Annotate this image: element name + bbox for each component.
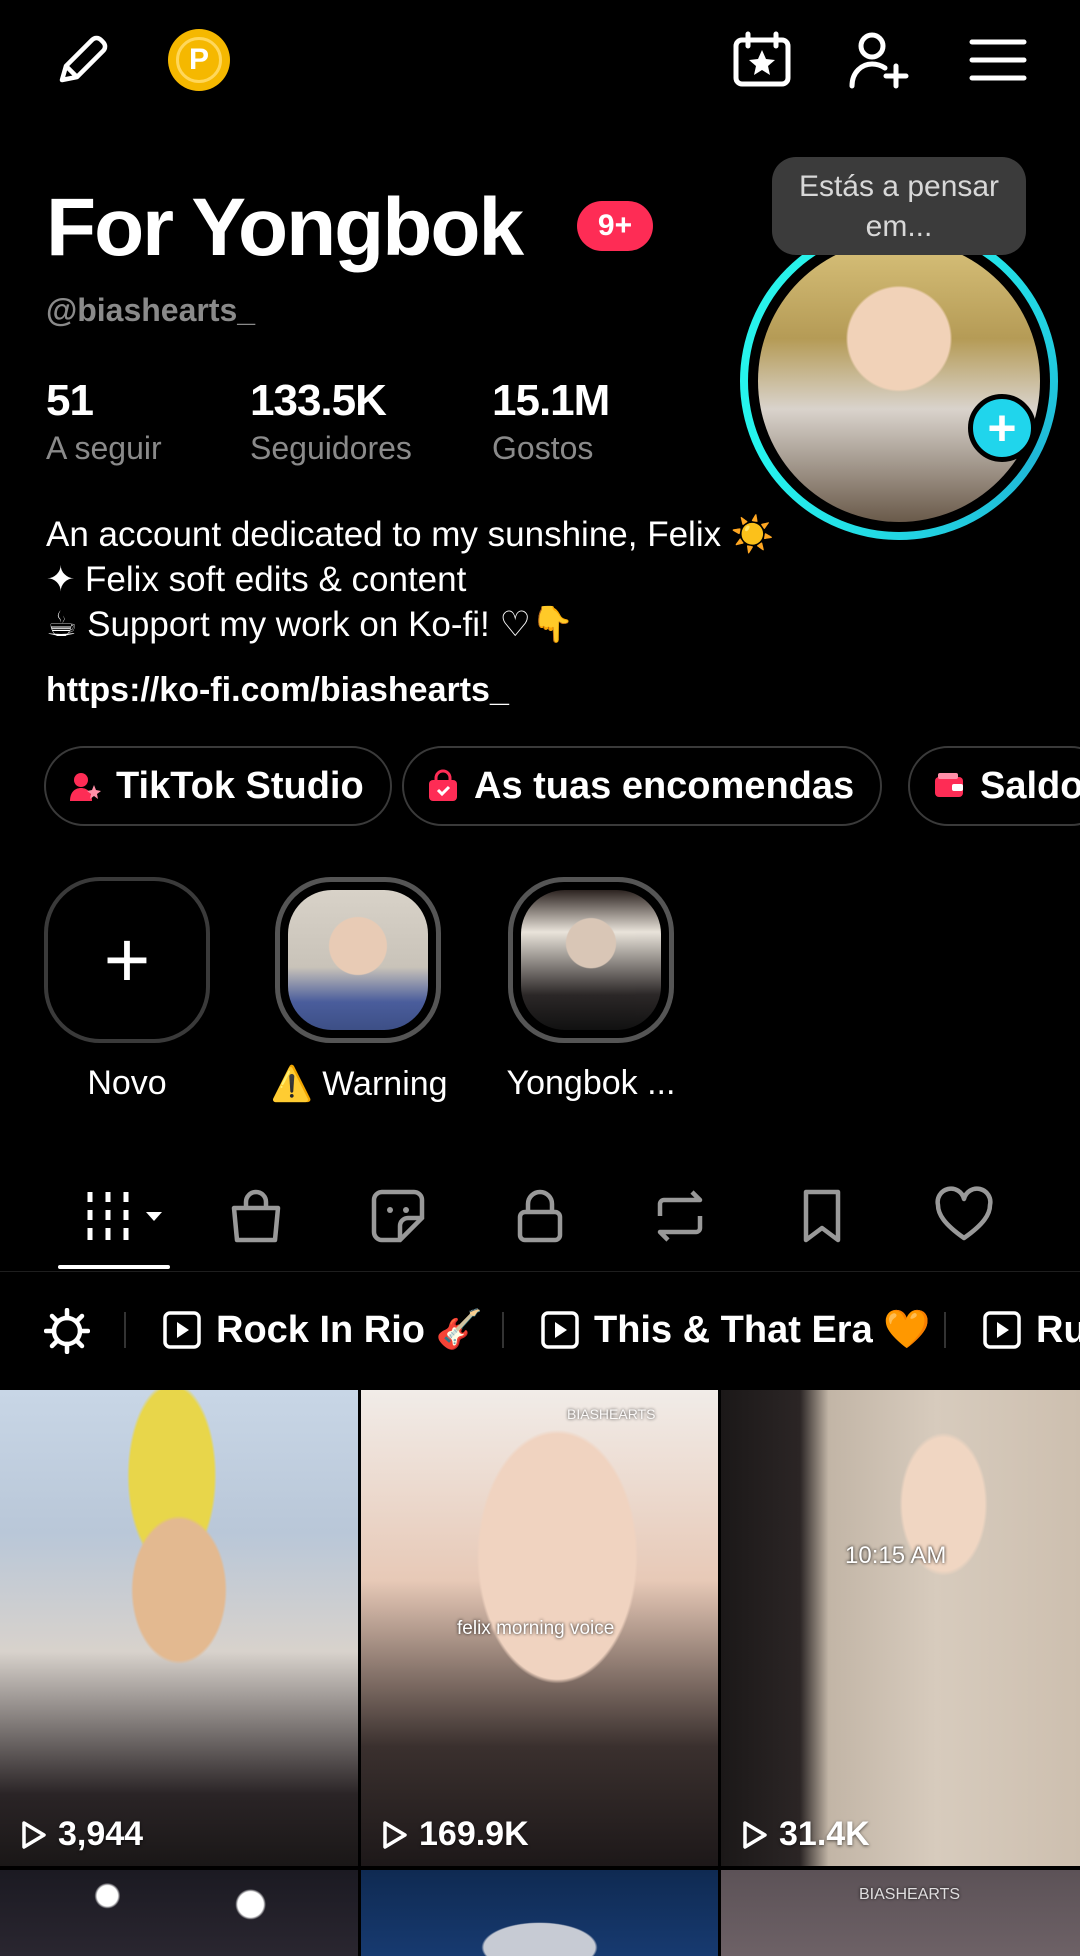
pill-label: TikTok Studio bbox=[116, 764, 364, 807]
play-icon bbox=[22, 1820, 46, 1849]
wallet-icon bbox=[932, 769, 966, 803]
video-tile[interactable] bbox=[0, 1870, 358, 1956]
followers-count: 133.5K bbox=[250, 376, 387, 425]
edit-pencil-icon[interactable] bbox=[50, 28, 114, 92]
coin-letter: P bbox=[176, 37, 222, 83]
video-caption: felix morning voice bbox=[457, 1618, 615, 1639]
playlist-this-and-that-era[interactable]: This & That Era 🧡 bbox=[540, 1302, 931, 1358]
bookmark-icon[interactable] bbox=[792, 1186, 852, 1246]
calendar-star-icon[interactable] bbox=[730, 28, 794, 92]
bio: An account dedicated to my sunshine, Fel… bbox=[46, 512, 774, 647]
following-label: A seguir bbox=[46, 430, 162, 466]
repost-icon[interactable] bbox=[650, 1186, 710, 1246]
likes-label: Gostos bbox=[492, 430, 594, 466]
sticker-icon[interactable] bbox=[368, 1186, 428, 1246]
playlist-ru[interactable]: Ru bbox=[982, 1302, 1080, 1358]
shopping-bag-icon bbox=[426, 769, 460, 803]
lock-icon[interactable] bbox=[510, 1186, 570, 1246]
highlight-thumbnail bbox=[288, 890, 428, 1030]
highlight-warning[interactable] bbox=[275, 877, 441, 1043]
video-tile[interactable]: BIASHEARTS bbox=[721, 1870, 1080, 1956]
new-highlight-button[interactable]: + bbox=[44, 877, 210, 1043]
notification-badge[interactable]: 9+ bbox=[577, 201, 653, 251]
play-icon bbox=[743, 1820, 767, 1849]
highlight-yongbok[interactable] bbox=[508, 877, 674, 1043]
view-count: 31.4K bbox=[779, 1815, 870, 1853]
bio-line: ✦ Felix soft edits & content bbox=[46, 560, 467, 599]
watermark: BIASHEARTS bbox=[859, 1886, 961, 1903]
coin-icon[interactable]: P bbox=[168, 29, 230, 91]
shop-bag-icon[interactable] bbox=[226, 1186, 286, 1246]
playlist-label: This & That Era 🧡 bbox=[594, 1309, 931, 1351]
play-square-icon bbox=[540, 1310, 580, 1350]
video-tile[interactable]: 3,944 bbox=[0, 1390, 358, 1866]
following-stat[interactable]: 51 A seguir bbox=[46, 376, 162, 467]
divider bbox=[502, 1312, 504, 1348]
bio-line: An account dedicated to my sunshine, Fel… bbox=[46, 515, 775, 554]
likes-stat[interactable]: 15.1M Gostos bbox=[492, 376, 610, 467]
watermark: BIASHEARTS bbox=[567, 1406, 656, 1422]
view-count: 169.9K bbox=[419, 1815, 529, 1853]
add-friend-icon[interactable] bbox=[846, 28, 910, 92]
divider bbox=[124, 1312, 126, 1348]
video-views: 3,944 bbox=[16, 1815, 143, 1854]
tiktok-studio-button[interactable]: TikTok Studio bbox=[44, 746, 392, 826]
following-count: 51 bbox=[46, 376, 94, 425]
video-tile[interactable]: 10:15 AM 31.4K bbox=[721, 1390, 1080, 1866]
menu-icon[interactable] bbox=[966, 28, 1030, 92]
likes-count: 15.1M bbox=[492, 376, 610, 425]
avatar[interactable] bbox=[740, 222, 1058, 540]
orders-button[interactable]: As tuas encomendas bbox=[402, 746, 883, 826]
playlist-label: Ru bbox=[1036, 1308, 1080, 1351]
balance-button[interactable]: Saldo bbox=[908, 746, 1080, 826]
profile-link[interactable]: https://ko-fi.com/biashearts_ bbox=[46, 671, 509, 710]
profile-name: For Yongbok bbox=[46, 182, 524, 273]
divider bbox=[944, 1312, 946, 1348]
profile-handle: @biashearts_ bbox=[46, 292, 256, 328]
pill-label: Saldo bbox=[980, 764, 1080, 807]
pill-label: As tuas encomendas bbox=[474, 764, 855, 807]
thought-bubble[interactable]: Estás a pensar em... bbox=[772, 157, 1026, 255]
view-count: 3,944 bbox=[58, 1815, 144, 1853]
followers-label: Seguidores bbox=[250, 430, 412, 466]
videos-grid-icon[interactable] bbox=[84, 1186, 170, 1246]
plus-icon: + bbox=[103, 915, 151, 1004]
bio-line: ☕ Support my work on Ko-fi! ♡👇 bbox=[46, 605, 575, 644]
active-tab-indicator bbox=[58, 1265, 170, 1269]
studio-icon bbox=[68, 769, 102, 803]
video-caption: 10:15 AM bbox=[845, 1542, 947, 1569]
add-story-button[interactable]: + bbox=[968, 394, 1036, 462]
settings-gear-icon[interactable] bbox=[44, 1308, 90, 1354]
highlight-label: Novo bbox=[87, 1064, 167, 1102]
video-views: 169.9K bbox=[377, 1815, 529, 1854]
followers-stat[interactable]: 133.5K Seguidores bbox=[250, 376, 412, 467]
video-views: 31.4K bbox=[737, 1815, 870, 1854]
avatar-image bbox=[758, 240, 1040, 522]
heart-icon[interactable] bbox=[934, 1186, 994, 1246]
highlight-label: Yongbok ... bbox=[506, 1064, 676, 1102]
highlight-thumbnail bbox=[521, 890, 661, 1030]
playlist-rock-in-rio[interactable]: Rock In Rio 🎸 bbox=[162, 1302, 483, 1358]
play-icon bbox=[383, 1820, 407, 1849]
divider bbox=[0, 1271, 1080, 1272]
playlist-label: Rock In Rio 🎸 bbox=[216, 1309, 483, 1351]
video-tile[interactable] bbox=[361, 1870, 718, 1956]
play-square-icon bbox=[982, 1310, 1022, 1350]
play-square-icon bbox=[162, 1310, 202, 1350]
highlight-label: ⚠️ Warning bbox=[270, 1065, 448, 1103]
video-tile[interactable]: BIASHEARTS felix morning voice 169.9K bbox=[361, 1390, 718, 1866]
